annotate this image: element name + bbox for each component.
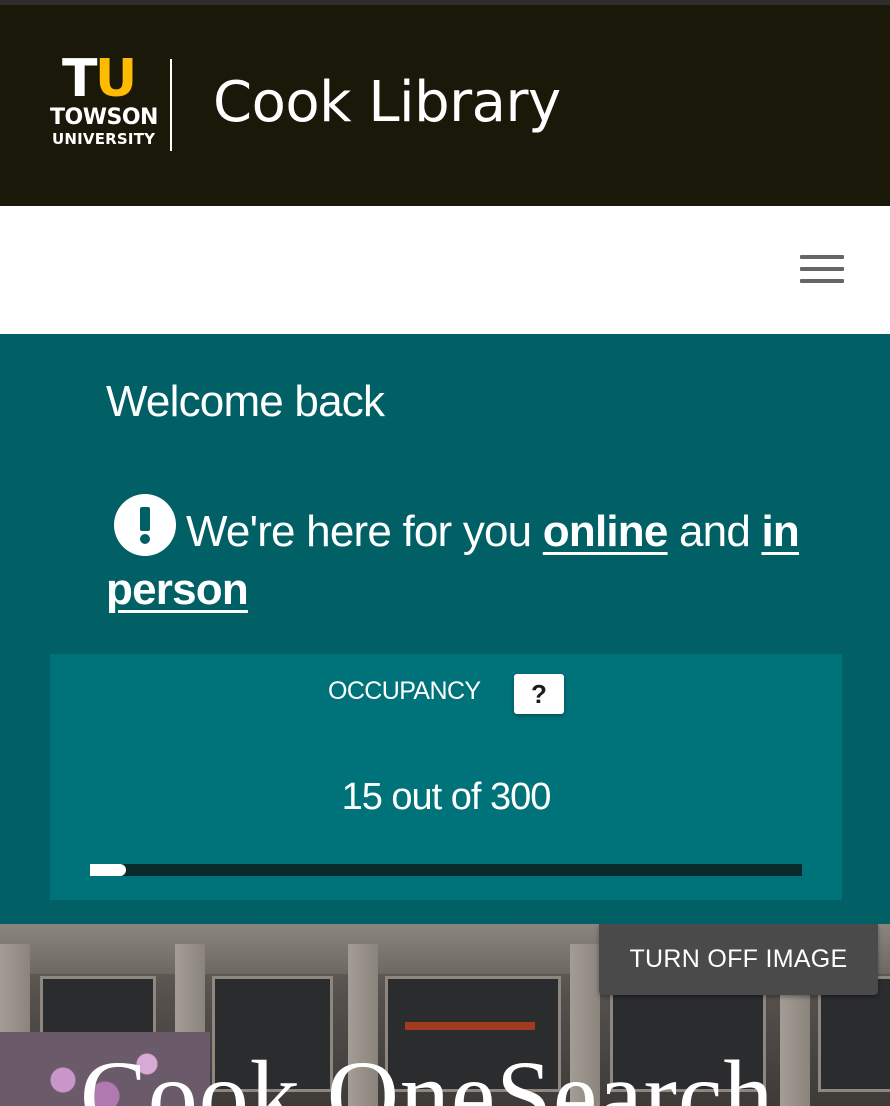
menu-bar [800,255,844,259]
site-title[interactable]: Cook Library [213,67,561,139]
navbar [0,206,890,334]
online-link[interactable]: online [543,507,669,556]
site-header: T U TOWSON UNIVERSITY Cook Library [0,5,890,206]
exclamation-circle-icon [114,494,176,556]
building-awning [405,1022,535,1030]
towson-university-logo[interactable]: T U TOWSON UNIVERSITY [50,53,160,153]
menu-bar [800,267,844,271]
logo-wordmark-towson: TOWSON [50,105,158,130]
logo-letter-u: U [95,49,138,109]
logo-divider [170,59,172,151]
turn-off-image-button[interactable]: TURN OFF IMAGE [599,924,878,995]
occupancy-label: OCCUPANCY [328,677,481,705]
occupancy-help-button[interactable]: ? [514,674,564,714]
occupancy-progress-fill [90,864,126,876]
occupancy-count: 15 out of 300 [341,776,552,818]
hero-title: Cook OneSearch [80,1040,775,1106]
menu-bar [800,279,844,283]
hamburger-menu-icon[interactable] [796,252,846,288]
hero-banner: TURN OFF IMAGE Cook OneSearch [0,924,890,1106]
logo-wordmark-university: UNIVERSITY [52,130,156,148]
occupancy-progress-bar [90,864,802,876]
service-notice: We're here for you online and in person [106,494,826,619]
logo-letter-t: T [62,49,98,109]
occupancy-panel: OCCUPANCY ? 15 out of 300 [50,654,842,900]
notice-and: and [679,507,751,556]
welcome-heading: Welcome back [106,377,385,426]
notice-text: We're here for you [186,507,532,556]
welcome-section: Welcome back We're here for you online a… [0,334,890,924]
